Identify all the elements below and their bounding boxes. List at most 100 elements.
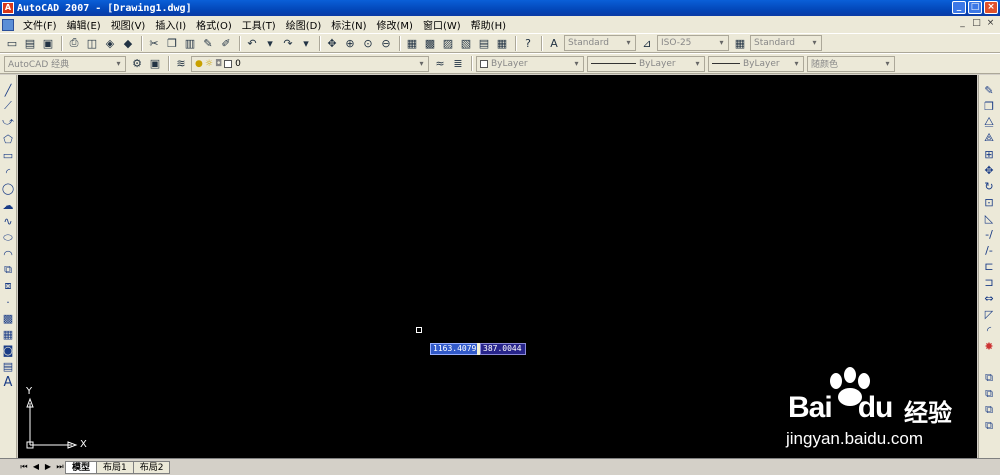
offset-icon[interactable]: ⟁ [982, 131, 996, 145]
menu-dimension[interactable]: 标注(N) [326, 17, 371, 32]
match-properties-icon[interactable]: ✎ [200, 35, 216, 51]
copy-object-icon[interactable]: ❐ [982, 99, 996, 113]
dynamic-input-y[interactable]: 387.0044 [480, 343, 526, 355]
tab-layout1[interactable]: 布局1 [96, 460, 134, 474]
stretch-icon[interactable]: ◺ [982, 211, 996, 225]
menu-file[interactable]: 文件(F) [18, 17, 62, 32]
properties-icon[interactable]: ▦ [404, 35, 420, 51]
make-block-icon[interactable]: ⧈ [1, 279, 15, 293]
revision-cloud-icon[interactable]: ☁ [1, 198, 15, 212]
publish-icon[interactable]: ◈ [102, 35, 118, 51]
rotate-icon[interactable]: ↻ [982, 179, 996, 193]
color-select[interactable]: ByLayer ▾ [476, 55, 584, 72]
menu-edit[interactable]: 编辑(E) [62, 17, 106, 32]
scale-icon[interactable]: ⊡ [982, 195, 996, 209]
drawing-area[interactable]: 1163.4079 387.0044 Y X Bai du 经验 jingyan.… [18, 75, 977, 458]
layer-previous-icon[interactable]: ≣ [450, 56, 466, 72]
bring-to-front-icon[interactable]: ⧉ [982, 387, 996, 401]
break-icon[interactable]: ⊐ [982, 275, 996, 289]
make-current-layer-icon[interactable]: ≈ [432, 56, 448, 72]
print-icon[interactable]: ⎙ [66, 35, 82, 51]
new-file-icon[interactable]: ▭ [4, 35, 20, 51]
ellipse-arc-icon[interactable]: ◠ [1, 247, 15, 261]
block-editor-icon[interactable]: ✐ [218, 35, 234, 51]
doc-close-button[interactable]: × [985, 18, 996, 29]
zoom-window-icon[interactable]: ⊙ [360, 35, 376, 51]
calculator-icon[interactable]: ▦ [494, 35, 510, 51]
point-icon[interactable]: · [1, 295, 15, 309]
menu-window[interactable]: 窗口(W) [418, 17, 466, 32]
document-icon[interactable] [2, 18, 14, 31]
menu-insert[interactable]: 插入(I) [150, 17, 191, 32]
undo-icon[interactable]: ↶ [244, 35, 260, 51]
join-icon[interactable]: ⇔ [982, 291, 996, 305]
rectangle-icon[interactable]: ▭ [1, 148, 15, 162]
print-preview-icon[interactable]: ◫ [84, 35, 100, 51]
redo-dropdown-icon[interactable]: ▾ [298, 35, 314, 51]
menu-help[interactable]: 帮助(H) [466, 17, 511, 32]
layer-select[interactable]: ● ☼ ◘ 0 ▾ [191, 55, 429, 72]
lineweight-select[interactable]: ByLayer ▾ [708, 55, 804, 72]
move-icon[interactable]: ✥ [982, 163, 996, 177]
first-tab-icon[interactable]: ⏮ [18, 461, 30, 473]
gradient-icon[interactable]: ▦ [1, 327, 15, 341]
doc-restore-button[interactable]: □ [971, 18, 982, 29]
sheet-set-icon[interactable]: ▧ [458, 35, 474, 51]
close-button[interactable]: × [984, 1, 998, 14]
explode-icon[interactable]: ✸ [982, 339, 996, 353]
open-file-icon[interactable]: ▤ [22, 35, 38, 51]
paste-icon[interactable]: ▥ [182, 35, 198, 51]
save-icon[interactable]: ▣ [40, 35, 56, 51]
dimension-style-icon[interactable]: ⊿ [639, 35, 655, 51]
draw-order-icon[interactable]: ⧉ [982, 371, 996, 385]
region-icon[interactable]: ◙ [1, 343, 15, 357]
ellipse-icon[interactable]: ⬭ [1, 231, 15, 245]
doc-minimize-button[interactable]: _ [957, 18, 968, 29]
markup-icon[interactable]: ▤ [476, 35, 492, 51]
workspace-select[interactable]: AutoCAD 经典 ▾ [4, 55, 126, 72]
polygon-icon[interactable]: ⬠ [1, 132, 15, 146]
next-tab-icon[interactable]: ▶ [42, 461, 54, 473]
linetype-select[interactable]: ByLayer ▾ [587, 55, 705, 72]
table-style-select[interactable]: Standard ▾ [750, 35, 822, 51]
spline-icon[interactable]: ∿ [1, 214, 15, 228]
mirror-icon[interactable]: ⧋ [982, 115, 996, 129]
trim-icon[interactable]: -/ [982, 227, 996, 241]
redo-icon[interactable]: ↷ [280, 35, 296, 51]
zoom-realtime-icon[interactable]: ⊕ [342, 35, 358, 51]
fillet-icon[interactable]: ◜ [982, 323, 996, 337]
erase-icon[interactable]: ✎ [982, 83, 996, 97]
copy-icon[interactable]: ❐ [164, 35, 180, 51]
dimension-style-select[interactable]: ISO-25 ▾ [657, 35, 729, 51]
array-icon[interactable]: ⊞ [982, 147, 996, 161]
previous-tab-icon[interactable]: ◀ [30, 461, 42, 473]
tab-layout2[interactable]: 布局2 [132, 460, 171, 474]
menu-modify[interactable]: 修改(M) [372, 17, 418, 32]
table-style-icon[interactable]: ▦ [732, 35, 748, 51]
layer-manager-icon[interactable]: ≋ [173, 56, 189, 72]
table-icon[interactable]: ▤ [1, 359, 15, 373]
plot-style-select[interactable]: 随颜色 ▾ [807, 55, 895, 72]
undo-dropdown-icon[interactable]: ▾ [262, 35, 278, 51]
line-icon[interactable]: ╱ [1, 83, 15, 97]
menu-format[interactable]: 格式(O) [191, 17, 237, 32]
cut-icon[interactable]: ✂ [146, 35, 162, 51]
multiline-text-icon[interactable]: A [1, 375, 15, 390]
menu-draw[interactable]: 绘图(D) [281, 17, 327, 32]
pan-icon[interactable]: ✥ [324, 35, 340, 51]
autocad-app-icon[interactable]: A [2, 2, 14, 14]
menu-tools[interactable]: 工具(T) [237, 17, 281, 32]
workspace-settings-icon[interactable]: ⚙ [129, 56, 145, 72]
3d-dwf-icon[interactable]: ◆ [120, 35, 136, 51]
zoom-previous-icon[interactable]: ⊖ [378, 35, 394, 51]
text-style-select[interactable]: Standard ▾ [564, 35, 636, 51]
arc-icon[interactable]: ◜ [1, 165, 15, 179]
construction-line-icon[interactable]: ⟋ [1, 99, 15, 113]
bring-above-icon[interactable]: ⧉ [982, 419, 996, 433]
menu-view[interactable]: 视图(V) [106, 17, 151, 32]
circle-icon[interactable]: ◯ [1, 181, 15, 195]
design-center-icon[interactable]: ▩ [422, 35, 438, 51]
tab-model[interactable]: 模型 [65, 460, 98, 474]
insert-block-icon[interactable]: ⧉ [1, 263, 15, 277]
chamfer-icon[interactable]: ◸ [982, 307, 996, 321]
